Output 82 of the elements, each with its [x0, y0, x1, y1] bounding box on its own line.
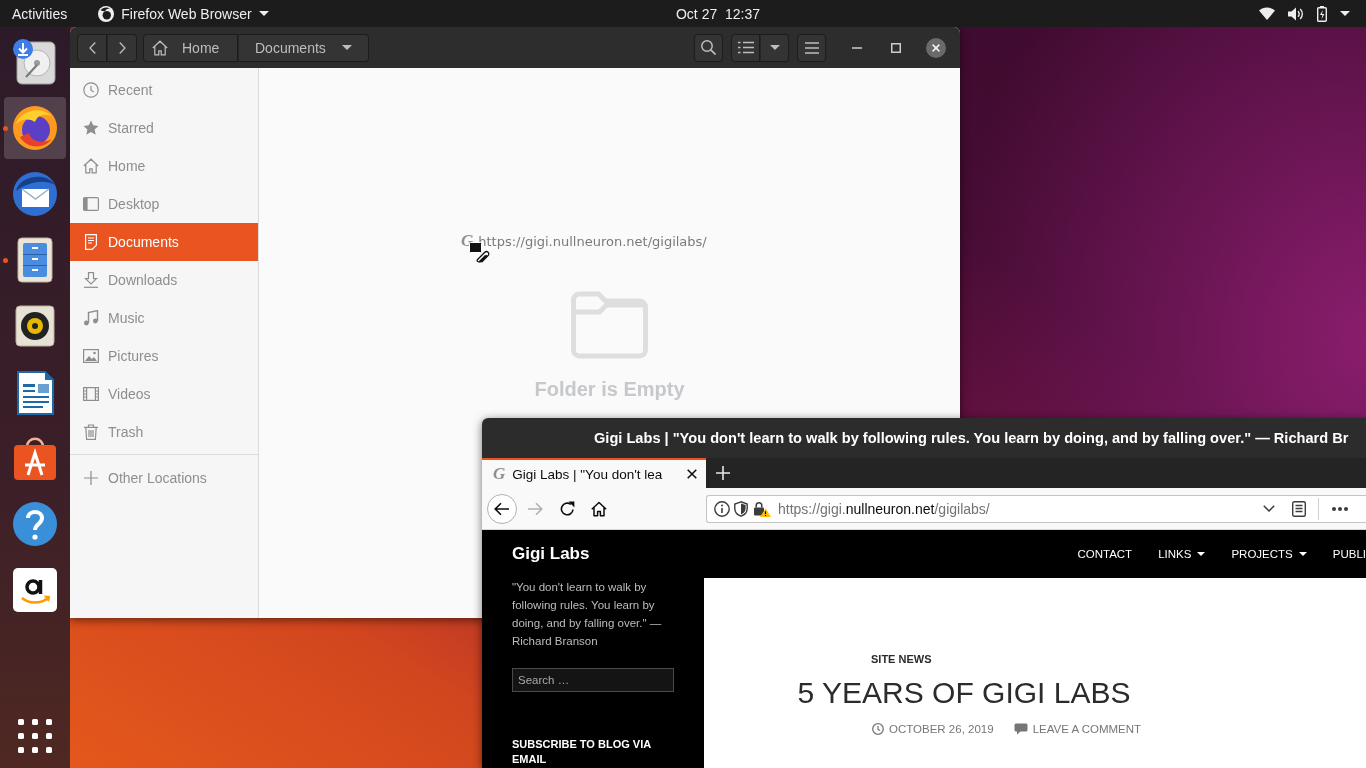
clock-icon	[872, 723, 884, 735]
desktop-icon	[83, 196, 99, 212]
view-options-button[interactable]	[760, 33, 789, 62]
list-view-button[interactable]	[731, 33, 760, 62]
wifi-icon[interactable]	[1259, 7, 1275, 20]
clock-icon	[83, 82, 99, 98]
home-icon	[152, 39, 168, 56]
favicon-icon: G	[493, 465, 506, 483]
address-bar[interactable]: https://gigi.nullneuron.net/gigilabs/	[706, 494, 1366, 523]
star-icon	[83, 120, 99, 136]
post-title: 5 YEARS OF GIGI LABS	[797, 675, 1131, 711]
reload-icon	[559, 500, 575, 517]
post-date-link[interactable]: OCTOBER 26, 2019	[872, 722, 994, 736]
window-title: Gigi Labs | "You don't learn to walk by following rules. You learn by doing, and by falling over." — Richard Br	[594, 430, 1349, 446]
url-text: https://gigi.nullneuron.net/gigilabs/	[778, 500, 991, 517]
app-grid-icon[interactable]	[18, 719, 52, 753]
home-icon	[83, 158, 99, 174]
caret-icon[interactable]	[1340, 11, 1350, 16]
activities-button[interactable]: Activities	[0, 0, 80, 27]
maximize-icon	[891, 42, 901, 53]
browser-tab[interactable]: G Gigi Labs | "You don't lea	[482, 458, 706, 488]
nav-link[interactable]: PROJECTS	[1231, 548, 1307, 560]
site-title-link[interactable]: Gigi Labs	[512, 544, 590, 564]
menu-icon	[804, 41, 819, 54]
shop-icon[interactable]	[11, 566, 59, 614]
dragged-link-text: https://gigi.nullneuron.net/gigilabs/	[478, 233, 707, 249]
browser-icon[interactable]	[11, 104, 59, 152]
path-button[interactable]: Documents	[238, 33, 369, 62]
category-link[interactable]: SITE NEWS	[871, 652, 932, 666]
search-button[interactable]	[694, 33, 723, 62]
close-icon	[932, 43, 940, 52]
chevron-down-icon[interactable]	[1263, 505, 1275, 512]
help-icon[interactable]	[11, 500, 59, 548]
caret-icon	[769, 45, 780, 50]
focused-launcher[interactable]	[4, 97, 66, 159]
back-button[interactable]	[77, 33, 107, 62]
nav-link[interactable]: PUBLI	[1332, 548, 1366, 560]
site-tagline: "You don't learn to walk by following rules. You learn by doing, and by falling over." — Richard Branson	[512, 580, 663, 649]
back-button[interactable]	[487, 493, 517, 524]
lock-warning-icon[interactable]	[753, 500, 771, 517]
nav-link[interactable]: LINKS	[1158, 548, 1206, 560]
menu-button[interactable]	[797, 33, 826, 62]
plus-icon	[716, 466, 730, 480]
hard-drive-icon[interactable]	[11, 38, 59, 86]
download-icon	[83, 272, 99, 288]
list-icon	[737, 41, 754, 54]
music-note-icon	[83, 310, 99, 326]
folder-icon	[568, 290, 651, 360]
close-icon[interactable]	[687, 469, 697, 479]
shield-icon[interactable]	[733, 500, 749, 517]
plus-icon	[83, 470, 99, 486]
more-options-icon[interactable]	[1332, 506, 1348, 511]
search-icon	[701, 40, 716, 55]
info-icon[interactable]	[714, 500, 730, 517]
reader-view-icon[interactable]	[1292, 500, 1306, 517]
path-button[interactable]: Home	[143, 33, 238, 62]
clock[interactable]: Oct 27 12:37	[675, 5, 761, 22]
chevron-left-icon	[88, 41, 96, 54]
nav-link[interactable]: CONTACT	[1077, 548, 1133, 560]
minimize-icon	[852, 46, 862, 49]
caret-icon	[341, 45, 352, 50]
caret-icon	[258, 11, 269, 16]
comment-icon	[1013, 723, 1028, 735]
picture-icon	[83, 348, 99, 364]
volume-icon[interactable]	[1288, 6, 1304, 21]
app-menu[interactable]: Firefox Web Browser	[86, 0, 281, 27]
search-field[interactable]: Search …	[512, 668, 674, 692]
forward-button[interactable]	[107, 33, 137, 62]
film-icon	[83, 386, 99, 402]
home-icon	[591, 500, 607, 517]
document-icon	[83, 234, 99, 250]
sidebar-item[interactable]: Documents	[70, 223, 258, 261]
mail-icon[interactable]	[11, 170, 59, 218]
widget-heading: SUBSCRIBE TO BLOG VIA EMAIL	[512, 737, 652, 767]
battery-icon[interactable]	[1317, 5, 1327, 22]
chevron-right-icon	[118, 41, 126, 54]
comment-link[interactable]: LEAVE A COMMENT	[1013, 722, 1142, 736]
browser-icon	[98, 5, 115, 22]
trash-icon	[83, 424, 99, 440]
arrow-left-icon	[494, 500, 510, 517]
arrow-right-icon	[527, 500, 543, 517]
close-button[interactable]	[926, 37, 946, 58]
